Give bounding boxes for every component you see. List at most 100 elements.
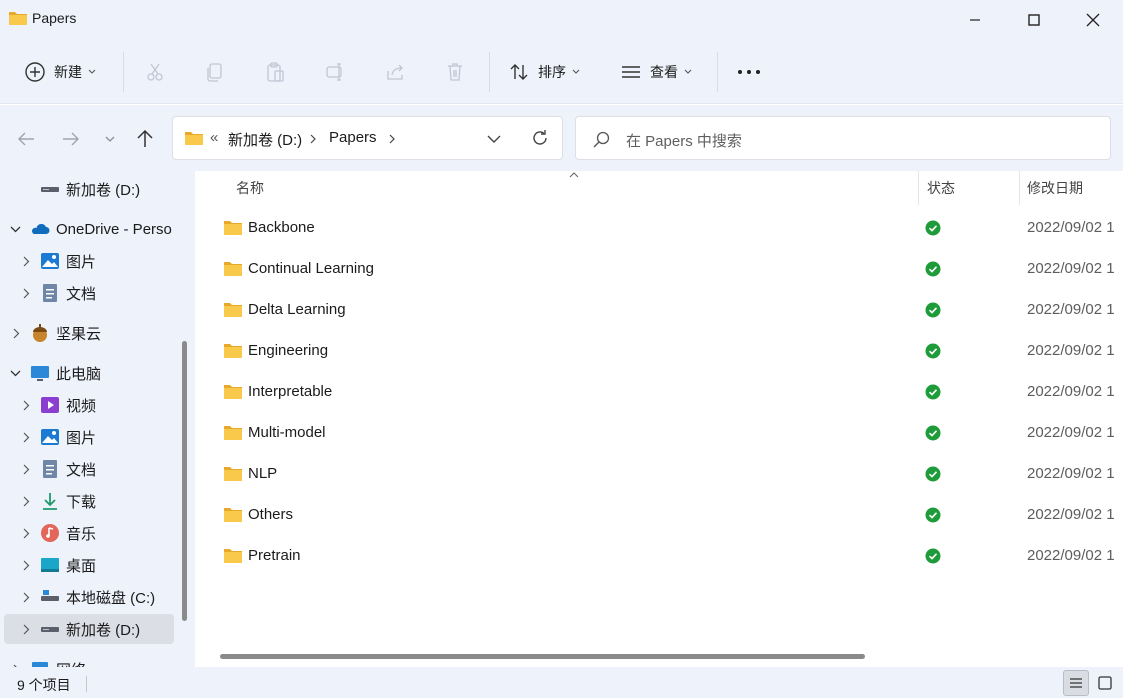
sort-label: 排序 [538, 64, 566, 80]
command-bar: 新建 排序 查看 [0, 40, 1123, 104]
column-header-name[interactable]: 名称 [236, 171, 264, 205]
chevron-down-icon [8, 366, 22, 380]
sidebar-item-onedrive[interactable]: OneDrive - Perso [0, 214, 175, 244]
breadcrumb-overflow[interactable]: « [210, 129, 218, 146]
more-button[interactable] [737, 54, 761, 90]
sidebar-item-pictures[interactable]: 图片 [0, 422, 175, 452]
scrollbar-thumb[interactable] [182, 341, 187, 621]
sidebar-item-documents[interactable]: 文档 [0, 454, 175, 484]
sidebar-item-downloads[interactable]: 下载 [0, 486, 175, 516]
file-row[interactable]: Engineering 2022/09/02 1 [195, 331, 1123, 372]
file-row[interactable]: Delta Learning 2022/09/02 1 [195, 290, 1123, 331]
search-box[interactable]: 在 Papers 中搜索 [575, 116, 1111, 160]
minimize-button[interactable] [946, 0, 1004, 40]
file-row[interactable]: Multi-model 2022/09/02 1 [195, 413, 1123, 454]
back-button[interactable] [12, 125, 40, 153]
navigation-pane: 新加卷 (D:) OneDrive - Perso 图片 文档 坚果云 此电脑 … [0, 171, 195, 667]
chevron-down-icon [487, 135, 501, 143]
file-name: NLP [248, 465, 278, 482]
chevron-right-icon [19, 558, 33, 572]
address-bar[interactable]: « 新加卷 (D:) Papers [172, 116, 563, 160]
sidebar-item-label: 新加卷 (D:) [66, 181, 141, 199]
delete-button[interactable] [444, 54, 466, 90]
file-row[interactable]: NLP 2022/09/02 1 [195, 454, 1123, 495]
details-view-button[interactable] [1063, 670, 1089, 696]
chevron-right-icon [19, 494, 33, 508]
column-header-modified-label: 修改日期 [1027, 180, 1083, 196]
sidebar-item-onedrive-pictures[interactable]: 图片 [0, 246, 175, 276]
view-button[interactable]: 查看 [620, 54, 692, 90]
this-pc-icon [31, 366, 49, 381]
sync-status-icon [925, 220, 941, 236]
sidebar-item-this-pc[interactable]: 此电脑 [0, 358, 175, 388]
toolbar-divider [489, 52, 490, 92]
arrow-right-icon [63, 132, 79, 146]
file-name: Others [248, 506, 294, 523]
file-name: Delta Learning [248, 301, 346, 318]
tiles-view-icon [1098, 676, 1112, 690]
column-divider[interactable] [1019, 171, 1020, 205]
sidebar-item-drive-d-top[interactable]: 新加卷 (D:) [0, 174, 175, 204]
folder-icon [224, 549, 242, 563]
breadcrumb-drive[interactable]: 新加卷 (D:) [228, 129, 302, 150]
file-row[interactable]: Pretrain 2022/09/02 1 [195, 536, 1123, 577]
file-row[interactable]: Backbone 2022/09/02 1 [195, 208, 1123, 249]
close-button[interactable] [1064, 0, 1122, 40]
column-header-modified[interactable]: 修改日期 [1027, 171, 1083, 205]
file-modified-date: 2022/09/02 1 [1027, 301, 1115, 318]
address-history-button[interactable] [487, 131, 501, 147]
maximize-button[interactable] [1005, 0, 1063, 40]
navigation-row: « 新加卷 (D:) Papers 在 Papers 中搜索 [0, 105, 1123, 171]
refresh-button[interactable] [530, 128, 550, 151]
sidebar-item-label: 图片 [66, 429, 97, 447]
sidebar-item-videos[interactable]: 视频 [0, 390, 175, 420]
breadcrumb-papers[interactable]: Papers [329, 129, 377, 146]
chevron-down-icon [88, 69, 96, 74]
folder-icon [224, 221, 242, 235]
drive-icon [41, 590, 59, 601]
rename-button[interactable] [324, 54, 346, 90]
sidebar-item-onedrive-documents[interactable]: 文档 [0, 278, 175, 308]
share-button[interactable] [384, 54, 406, 90]
file-row[interactable]: Others 2022/09/02 1 [195, 495, 1123, 536]
nutstore-icon [33, 324, 47, 342]
sort-button[interactable]: 排序 [508, 54, 580, 90]
file-row[interactable]: Interpretable 2022/09/02 1 [195, 372, 1123, 413]
sidebar-item-music[interactable]: 音乐 [0, 518, 175, 548]
paste-button[interactable] [264, 54, 286, 90]
horizontal-scrollbar[interactable] [200, 649, 1118, 665]
chevron-right-icon [19, 622, 33, 636]
sync-status-icon [925, 548, 941, 564]
chevron-right-icon [9, 326, 23, 340]
navigation-scrollbar[interactable] [176, 171, 195, 667]
file-modified-date: 2022/09/02 1 [1027, 506, 1115, 523]
forward-button[interactable] [57, 125, 85, 153]
chevron-down-icon [572, 69, 580, 74]
documents-icon [43, 460, 57, 478]
column-header-status[interactable]: 状态 [927, 171, 955, 205]
file-name: Multi-model [248, 424, 326, 441]
recent-locations-button[interactable] [96, 125, 124, 153]
file-modified-date: 2022/09/02 1 [1027, 383, 1115, 400]
sidebar-item-drive-c[interactable]: 本地磁盘 (C:) [0, 582, 175, 612]
chevron-down-icon [8, 222, 22, 236]
file-row[interactable]: Continual Learning 2022/09/02 1 [195, 249, 1123, 290]
scrollbar-thumb[interactable] [220, 654, 865, 659]
sidebar-item-nutstore[interactable]: 坚果云 [0, 318, 175, 348]
new-button[interactable]: 新建 [24, 54, 96, 90]
sidebar-item-label: 文档 [66, 285, 97, 303]
toolbar-divider [123, 52, 124, 92]
sidebar-item-desktop[interactable]: 桌面 [0, 550, 175, 580]
file-modified-date: 2022/09/02 1 [1027, 219, 1115, 236]
copy-button[interactable] [204, 54, 226, 90]
sync-status-icon [925, 343, 941, 359]
up-button[interactable] [131, 125, 159, 153]
sidebar-item-network[interactable]: 网络 [0, 654, 175, 667]
music-icon [41, 524, 59, 542]
cut-button[interactable] [144, 54, 166, 90]
file-modified-date: 2022/09/02 1 [1027, 342, 1115, 359]
chevron-right-icon [19, 398, 33, 412]
column-divider[interactable] [918, 171, 919, 205]
tiles-view-button[interactable] [1092, 670, 1118, 696]
sidebar-item-drive-d[interactable]: 新加卷 (D:) [4, 614, 174, 644]
